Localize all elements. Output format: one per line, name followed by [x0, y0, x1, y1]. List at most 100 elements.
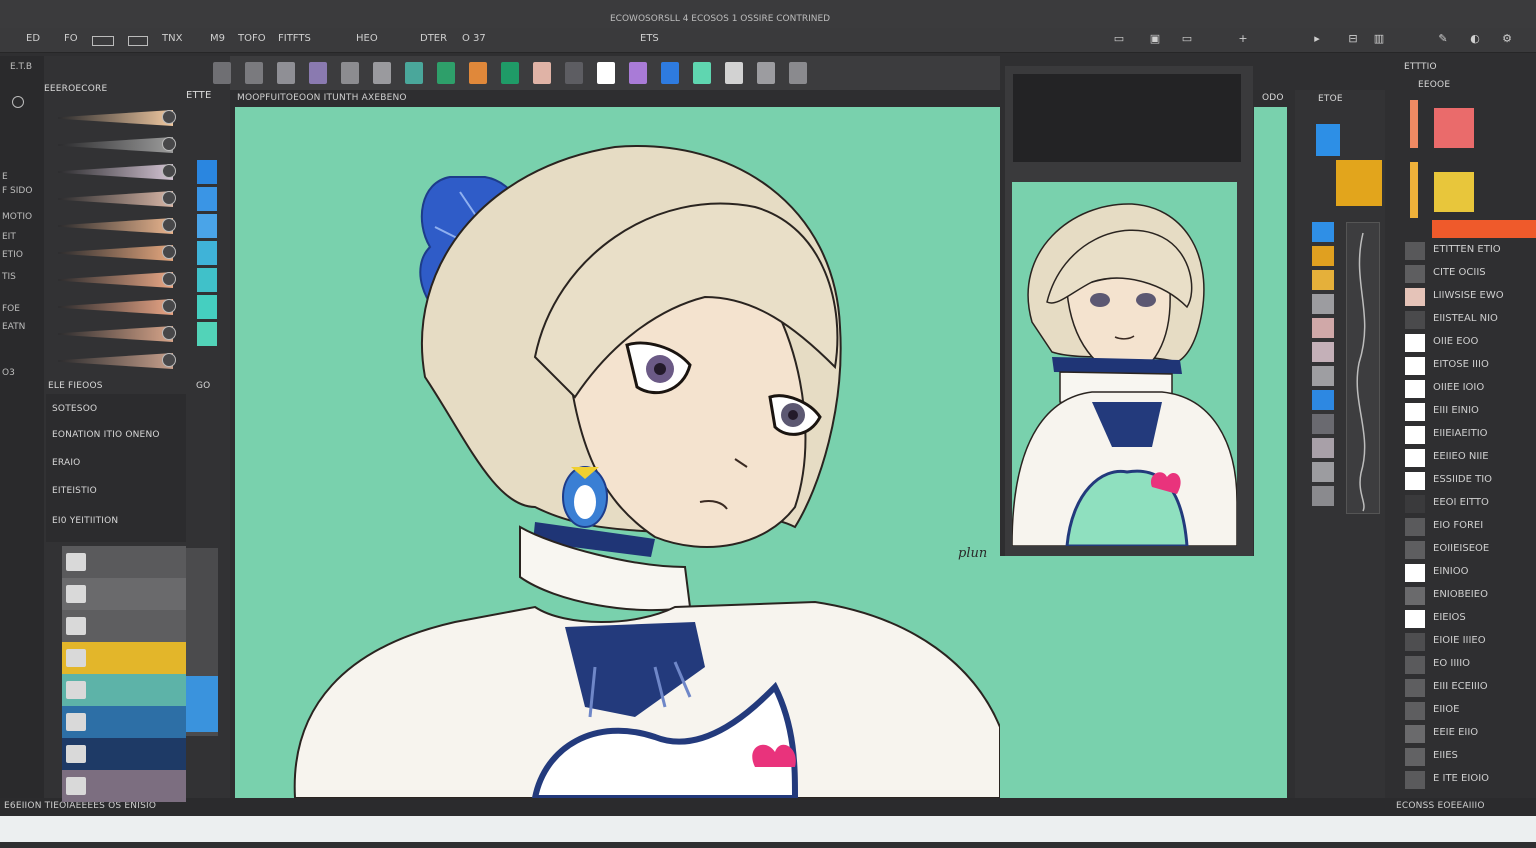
brush-settings-icon[interactable]: [162, 353, 176, 367]
swatch-8[interactable]: [437, 62, 455, 84]
brush-row-3[interactable]: [46, 160, 186, 184]
square-tool-icon[interactable]: ▣: [1148, 32, 1162, 46]
target-icon[interactable]: [12, 96, 24, 108]
swatch-2[interactable]: [245, 62, 263, 84]
layer-row-1[interactable]: [62, 546, 186, 578]
layer-name-13[interactable]: EIO FOREI: [1433, 520, 1483, 531]
brush-settings-icon[interactable]: [162, 191, 176, 205]
menu-item-2[interactable]: FO: [64, 33, 78, 44]
swatch-12[interactable]: [565, 62, 583, 84]
layer-chip-2[interactable]: [1405, 265, 1425, 283]
layer-chip-6[interactable]: [1405, 357, 1425, 375]
swatch-3[interactable]: [277, 62, 295, 84]
mid-color-chip-9[interactable]: [1312, 414, 1334, 434]
brush-settings-icon[interactable]: [162, 272, 176, 286]
menu-item-9[interactable]: O 37: [462, 33, 486, 44]
layer-name-5[interactable]: OIIE EOO: [1433, 336, 1478, 347]
brush-settings-icon[interactable]: [162, 137, 176, 151]
brush-row-5[interactable]: [46, 214, 186, 238]
layer-chip-5[interactable]: [1405, 334, 1425, 352]
menu-item-6[interactable]: FITFTS: [278, 33, 311, 44]
layer-chip-14[interactable]: [1405, 541, 1425, 559]
swatch-18[interactable]: [757, 62, 775, 84]
drop-icon[interactable]: ◐: [1468, 32, 1482, 46]
layer-chip-10[interactable]: [1405, 449, 1425, 467]
layer-row-6[interactable]: [62, 706, 186, 738]
layer-chip-1[interactable]: [1405, 242, 1425, 260]
layer-chip-7[interactable]: [1405, 380, 1425, 398]
stroke-preview[interactable]: [1346, 222, 1380, 514]
layer-name-6[interactable]: EITOSE IIIO: [1433, 359, 1489, 370]
brush-row-4[interactable]: [46, 187, 186, 211]
brush-settings-icon[interactable]: [162, 218, 176, 232]
mid-color-chip-1[interactable]: [1312, 222, 1334, 242]
menu-item-8[interactable]: DTER: [420, 33, 447, 44]
rect-tool-icon[interactable]: ▭: [1180, 32, 1194, 46]
layer-name-11[interactable]: ESSIIDE TIO: [1433, 474, 1492, 485]
mid-color-chip-8[interactable]: [1312, 390, 1334, 410]
layer-name-15[interactable]: EINIOO: [1433, 566, 1468, 577]
layer-chip-23[interactable]: [1405, 748, 1425, 766]
swatch-15[interactable]: [661, 62, 679, 84]
drawing-canvas[interactable]: [235, 107, 1000, 798]
pen-icon[interactable]: ✎: [1436, 32, 1450, 46]
menu-box2-icon[interactable]: [128, 36, 148, 46]
brush-settings-icon[interactable]: [162, 299, 176, 313]
layer-chip-15[interactable]: [1405, 564, 1425, 582]
layer-name-4[interactable]: EIISTEAL NIO: [1433, 313, 1498, 324]
primary-color-swatch[interactable]: [1316, 124, 1340, 156]
menu-item-3[interactable]: TNX: [162, 33, 182, 44]
layer-chip-13[interactable]: [1405, 518, 1425, 536]
layer-name-8[interactable]: EIII EINIO: [1433, 405, 1479, 416]
layer-chip-9[interactable]: [1405, 426, 1425, 444]
layer-name-14[interactable]: EOIIEISEOE: [1433, 543, 1489, 554]
layer-chip-19[interactable]: [1405, 656, 1425, 674]
option-item-4[interactable]: EITEISTIO: [52, 486, 97, 496]
mid-color-chip-4[interactable]: [1312, 294, 1334, 314]
swatch-1[interactable]: [213, 62, 231, 84]
swatch-10[interactable]: [501, 62, 519, 84]
layer-name-19[interactable]: EO IIIIO: [1433, 658, 1470, 669]
layer-name-21[interactable]: EIIOE: [1433, 704, 1459, 715]
swatch-17[interactable]: [725, 62, 743, 84]
brush-row-10[interactable]: [46, 349, 186, 373]
menu-item-4[interactable]: M9: [210, 33, 225, 44]
swatch-11[interactable]: [533, 62, 551, 84]
plus-icon[interactable]: +: [1236, 32, 1250, 46]
swatch-16[interactable]: [693, 62, 711, 84]
brush-panel-tab[interactable]: ETTE: [186, 90, 211, 101]
brush-row-6[interactable]: [46, 241, 186, 265]
swatch-4[interactable]: [309, 62, 327, 84]
swatch-13[interactable]: [597, 62, 615, 84]
layer-chip-16[interactable]: [1405, 587, 1425, 605]
layer-chip-17[interactable]: [1405, 610, 1425, 628]
settings-icon[interactable]: ⚙: [1500, 32, 1514, 46]
layer-name-18[interactable]: EIOIE IIIEO: [1433, 635, 1486, 646]
menu-item-1[interactable]: ED: [26, 33, 40, 44]
brush-row-2[interactable]: [46, 133, 186, 157]
menu-item-5[interactable]: TOFO: [238, 33, 266, 44]
brush-row-1[interactable]: [46, 106, 186, 130]
mid-color-chip-6[interactable]: [1312, 342, 1334, 362]
layer-name-17[interactable]: EIEIOS: [1433, 612, 1466, 623]
layer-name-22[interactable]: EEIE EIIO: [1433, 727, 1478, 738]
mid-color-chip-2[interactable]: [1312, 246, 1334, 266]
layer-name-24[interactable]: E ITE EIOIO: [1433, 773, 1489, 784]
layer-chip-12[interactable]: [1405, 495, 1425, 513]
layer-chip-4[interactable]: [1405, 311, 1425, 329]
layer-row-8[interactable]: [62, 770, 186, 802]
layer-chip-20[interactable]: [1405, 679, 1425, 697]
value-color-2[interactable]: [197, 187, 217, 211]
swatch-19[interactable]: [789, 62, 807, 84]
brush-row-7[interactable]: [46, 268, 186, 292]
layer-row-2[interactable]: [62, 578, 186, 610]
layer-name-3[interactable]: LIIWSISE EWO: [1433, 290, 1504, 301]
value-color-6[interactable]: [197, 295, 217, 319]
layout-icon[interactable]: ⊟: [1346, 32, 1360, 46]
value-color-7[interactable]: [197, 322, 217, 346]
layer-chip-21[interactable]: [1405, 702, 1425, 720]
swatch-5[interactable]: [341, 62, 359, 84]
brush-settings-icon[interactable]: [162, 326, 176, 340]
layer-row-3[interactable]: [62, 610, 186, 642]
mid-color-chip-7[interactable]: [1312, 366, 1334, 386]
